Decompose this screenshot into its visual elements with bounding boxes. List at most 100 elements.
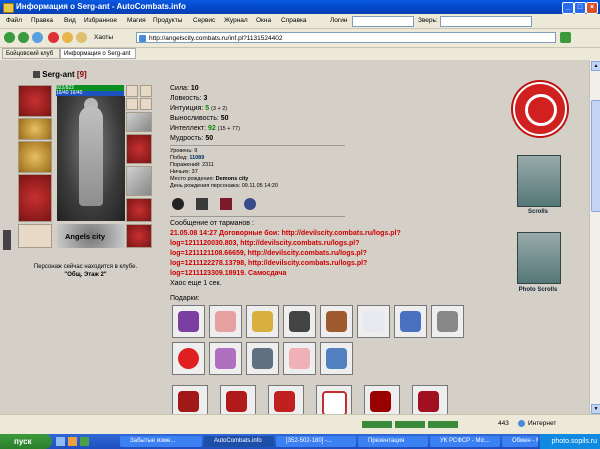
rune-slot-3[interactable] — [126, 98, 138, 110]
history-icon[interactable] — [76, 32, 87, 43]
address-bar[interactable]: http://angelscity.combats.ru/inf.pl?1131… — [136, 32, 556, 43]
login-field[interactable] — [352, 16, 414, 27]
menu-help[interactable]: Справка — [281, 17, 307, 24]
gift-rocking-horse[interactable] — [320, 305, 353, 338]
rings-slot[interactable] — [126, 112, 152, 132]
menu-service[interactable]: Сервис — [193, 17, 215, 24]
badge-icon-1[interactable] — [172, 198, 184, 210]
start-button[interactable]: пуск — [0, 434, 52, 449]
close-button[interactable]: × — [586, 2, 598, 14]
message-line-2[interactable]: log=1211120030.803, http://devilscity.co… — [170, 240, 360, 247]
gift-bag[interactable] — [320, 342, 353, 375]
task-1[interactable]: Забытые изме... — [120, 436, 202, 447]
gift-teddy-bear[interactable] — [209, 305, 242, 338]
vertical-scrollbar[interactable]: ▲ ▼ — [589, 60, 600, 414]
card-3[interactable] — [268, 385, 304, 414]
info-draws: Ничьих: 37 — [170, 169, 198, 175]
badge-icon-4[interactable] — [244, 198, 256, 210]
minimize-button[interactable]: _ — [562, 2, 574, 14]
rune-slot-4[interactable] — [140, 98, 152, 110]
tab-bar: Бойцовский клуб Информация о Serg-ant — [0, 48, 600, 60]
menu-view[interactable]: Вид — [64, 17, 76, 24]
scroll-thumb[interactable] — [591, 100, 600, 212]
quicklaunch-icon-3[interactable] — [80, 437, 89, 446]
pants-slot[interactable] — [126, 198, 152, 222]
task-3[interactable]: [352-502-180] -... — [276, 436, 356, 447]
stop-icon[interactable] — [48, 32, 59, 43]
archer-emblem-icon[interactable] — [513, 82, 567, 136]
stat-endurance: Выносливость: 50 — [170, 115, 229, 122]
gift-pig[interactable] — [283, 342, 316, 375]
rune-slot-1[interactable] — [126, 85, 138, 97]
app-icon — [3, 3, 14, 13]
maximize-button[interactable]: □ — [574, 2, 586, 14]
message-line-3[interactable]: log=1211121108.66659, http://devilscity.… — [170, 250, 367, 257]
badge-icon-3[interactable] — [220, 198, 232, 210]
gift-crown[interactable] — [246, 305, 279, 338]
gifts-label: Подарки: — [170, 295, 200, 302]
photo-scrolls-banner-icon[interactable] — [517, 232, 561, 284]
scrolls-label[interactable]: Scrolls — [518, 209, 558, 215]
gift-accordion[interactable] — [283, 305, 316, 338]
character-figure[interactable] — [57, 96, 125, 221]
info-birthplace: Место рождения: Demons city — [170, 176, 249, 182]
card-1[interactable] — [172, 385, 208, 414]
task-2[interactable]: AutoCombats.info — [204, 436, 274, 447]
forward-icon[interactable] — [18, 32, 29, 43]
menu-products[interactable]: Продукты — [153, 17, 182, 24]
bookmarks-label[interactable]: Хаоты — [94, 34, 113, 41]
message-line-1[interactable]: 21.05.08 14:27 Договорные бои: http://de… — [170, 230, 401, 237]
shield-slot[interactable] — [126, 166, 152, 196]
card-6[interactable] — [412, 385, 448, 414]
home-icon[interactable] — [62, 32, 73, 43]
left-arrow-icon[interactable] — [3, 230, 11, 250]
task-4[interactable]: Презентация — [358, 436, 428, 447]
menu-favorites[interactable]: Избранное — [84, 17, 117, 24]
earrings-slot[interactable] — [18, 118, 52, 140]
back-icon[interactable] — [4, 32, 15, 43]
quicklaunch-icon-1[interactable] — [56, 437, 65, 446]
go-icon[interactable] — [560, 32, 571, 43]
card-2[interactable] — [220, 385, 256, 414]
menu-windows[interactable]: Окна — [256, 17, 271, 24]
message-line-5[interactable]: log=1211123309.18919. Самосдача — [170, 270, 286, 277]
task-6[interactable]: Обмен - Mic... — [502, 436, 538, 447]
quicklaunch-icon-2[interactable] — [68, 437, 77, 446]
location-text: Персонаж сейчас находится в клубе. — [33, 264, 138, 270]
gift-perfume[interactable] — [209, 342, 242, 375]
gift-star-medal[interactable] — [246, 342, 279, 375]
gloves-slot[interactable] — [126, 134, 152, 164]
search-field[interactable] — [440, 16, 532, 27]
menu-journal[interactable]: Журнал — [224, 17, 248, 24]
tab-fighting-club[interactable]: Бойцовский клуб — [2, 48, 60, 59]
gift-jester-hat[interactable] — [172, 305, 205, 338]
status-number: 443 — [498, 420, 509, 427]
menu-edit[interactable]: Правка — [31, 17, 53, 24]
badge-icon-2[interactable] — [196, 198, 208, 210]
status-bar: 443 Интернет — [0, 414, 600, 435]
weapon-slot[interactable] — [18, 141, 52, 173]
scroll-up-icon[interactable]: ▲ — [591, 61, 600, 71]
menu-magic[interactable]: Магия — [127, 17, 146, 24]
message-line-4[interactable]: log=1211122278.13798, http://devilscity.… — [170, 260, 367, 267]
rune-slot-2[interactable] — [140, 85, 152, 97]
helmet-slot[interactable] — [18, 85, 52, 117]
gift-snow-maiden[interactable] — [394, 305, 427, 338]
stat-strength: Сила: 10 — [170, 85, 199, 92]
gift-glass[interactable] — [357, 305, 390, 338]
task-5[interactable]: УК РСФСР - Mic... — [430, 436, 500, 447]
tab-serg-ant-info[interactable]: Информация о Serg-ant — [60, 48, 136, 59]
photo-scrolls-label[interactable]: Photo Scrolls — [512, 287, 564, 293]
armor-slot[interactable] — [18, 174, 52, 222]
menu-file[interactable]: Файл — [6, 17, 22, 24]
scrolls-banner-icon[interactable] — [517, 155, 561, 207]
stat-agility: Ловкость: 3 — [170, 95, 208, 102]
scroll-down-icon[interactable]: ▼ — [591, 404, 600, 414]
status-indicator-3 — [428, 421, 458, 428]
window-title-bar[interactable]: Информация о Serg-ant - AutoCombats.info… — [0, 0, 600, 14]
gift-red-ball[interactable] — [172, 342, 205, 375]
card-5[interactable] — [364, 385, 400, 414]
gift-skis[interactable] — [431, 305, 464, 338]
card-4[interactable] — [316, 385, 352, 414]
refresh-icon[interactable] — [32, 32, 43, 43]
